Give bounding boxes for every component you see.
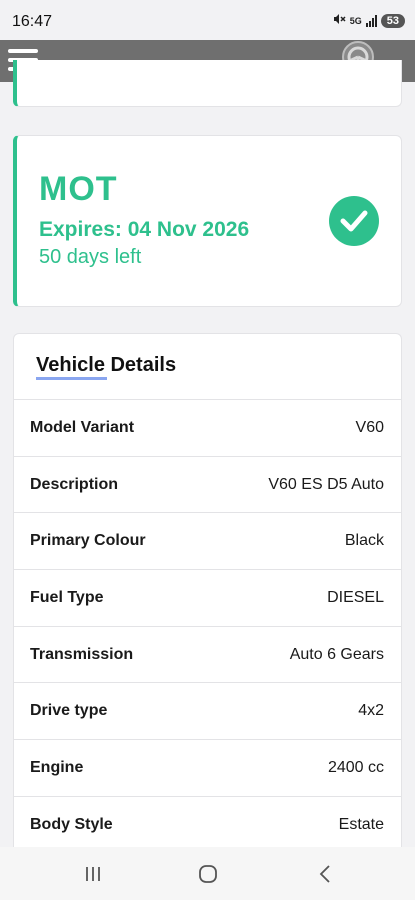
signal-icon	[365, 14, 377, 27]
detail-value: V60 ES D5 Auto	[268, 475, 384, 493]
detail-row-fuel-type: Fuel Type DIESEL	[14, 569, 401, 626]
vehicle-details-list: Model Variant V60 Description V60 ES D5 …	[14, 399, 401, 853]
check-circle-icon	[329, 196, 379, 246]
detail-row-model-variant: Model Variant V60	[14, 399, 401, 456]
detail-row-body-style: Body Style Estate	[14, 795, 401, 853]
detail-row-description: Description V60 ES D5 Auto	[14, 455, 401, 513]
detail-row-drive-type: Drive type 4x2	[14, 682, 401, 739]
battery-indicator: 53	[380, 13, 405, 28]
detail-label: Description	[30, 475, 119, 493]
title-underline	[36, 377, 107, 380]
detail-value: 4x2	[358, 702, 384, 720]
recents-icon[interactable]	[81, 863, 105, 885]
detail-label: Drive type	[30, 702, 108, 720]
mute-icon	[332, 12, 346, 29]
detail-label: Fuel Type	[30, 588, 104, 606]
detail-row-primary-colour: Primary Colour Black	[14, 512, 401, 569]
mot-expiry-date: Expires: 04 Nov 2026	[39, 218, 250, 241]
detail-row-engine: Engine 2400 cc	[14, 739, 401, 796]
status-icons: 5G 53	[332, 12, 405, 29]
mot-card: MOT Expires: 04 Nov 2026 50 days left	[13, 135, 402, 307]
back-icon[interactable]	[313, 863, 337, 885]
mot-days-left: 50 days left	[39, 246, 142, 268]
detail-label: Model Variant	[30, 418, 135, 436]
detail-label: Primary Colour	[30, 532, 146, 550]
network-type-label: 5G	[349, 15, 362, 26]
detail-value: V60	[355, 418, 384, 436]
mot-title: MOT	[39, 170, 118, 208]
status-bar: 16:47 5G 53	[0, 0, 415, 40]
system-nav-bar	[0, 847, 415, 900]
home-icon[interactable]	[196, 863, 220, 885]
detail-value: 2400 cc	[327, 758, 384, 776]
detail-label: Body Style	[30, 815, 113, 833]
detail-value: Estate	[338, 815, 384, 833]
detail-value: Auto 6 Gears	[289, 645, 384, 663]
vehicle-details-card: Vehicle Details Model Variant V60 Descri…	[13, 333, 402, 893]
vehicle-details-title: Vehicle Details	[36, 354, 177, 376]
detail-value: DIESEL	[327, 588, 384, 606]
detail-label: Engine	[30, 758, 84, 776]
detail-label: Transmission	[30, 645, 134, 663]
status-time: 16:47	[12, 13, 53, 30]
previous-card	[13, 60, 402, 107]
detail-value: Black	[344, 532, 384, 550]
detail-row-transmission: Transmission Auto 6 Gears	[14, 625, 401, 683]
